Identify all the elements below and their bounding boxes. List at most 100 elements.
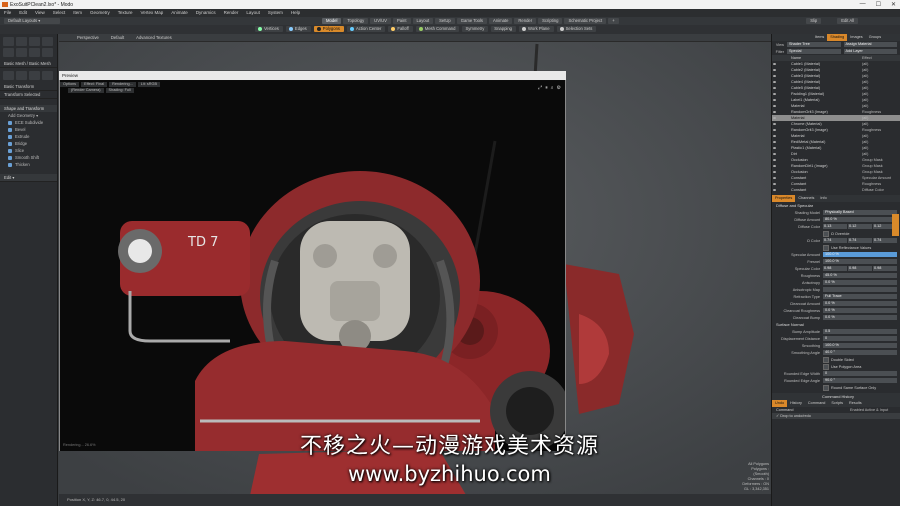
property-value-field[interactable]: 0.5 <box>823 329 897 334</box>
view-texture-label[interactable]: Advanced Textures <box>136 35 172 40</box>
tab-animate[interactable]: Animate <box>489 18 513 24</box>
menu-render[interactable]: Render <box>220 9 243 17</box>
tab-scripts[interactable]: Scripts <box>828 400 846 407</box>
menu-file[interactable]: File <box>0 9 15 17</box>
vertices-mode-button[interactable]: Vertices <box>255 26 283 32</box>
property-value-field[interactable]: Full Trace <box>823 294 897 299</box>
property-value-field[interactable]: 0 <box>823 371 897 376</box>
property-value-field[interactable]: 0.0 % <box>823 301 897 306</box>
property-value-field[interactable]: 90.0 ° <box>823 378 897 383</box>
menu-edit[interactable]: Edit <box>15 9 31 17</box>
polygons-mode-button[interactable]: Polygons <box>313 26 345 32</box>
material-ref-side-tab[interactable] <box>892 214 899 236</box>
slip-button[interactable]: Slip <box>806 18 822 24</box>
filter-select[interactable]: Special <box>787 49 841 54</box>
cube-tool-icon[interactable] <box>3 37 14 46</box>
property-value-field[interactable]: 100.0 % <box>823 259 897 264</box>
tab-render[interactable]: Render <box>514 18 537 24</box>
tab-items[interactable]: Items <box>812 34 827 41</box>
tab-properties[interactable]: Properties <box>772 195 796 202</box>
tool-ece-subdivide[interactable]: ECE Subdivide <box>0 119 57 126</box>
color-channel-field[interactable]: 0.74 <box>823 238 847 243</box>
property-checkbox[interactable] <box>823 363 829 370</box>
color-channel-field[interactable]: 0.12 <box>848 224 872 229</box>
property-checkbox[interactable] <box>823 230 829 237</box>
property-checkbox[interactable] <box>823 356 829 363</box>
action-center-button[interactable]: Action Center <box>347 26 386 32</box>
work-plane-button[interactable]: Work Plane <box>519 26 554 32</box>
tool-bridge[interactable]: Bridge <box>0 140 57 147</box>
tab-undo[interactable]: Undo <box>772 400 788 407</box>
tab-scripting[interactable]: Scripting <box>538 18 563 24</box>
snapping-button[interactable]: Snapping <box>491 26 516 32</box>
shape-transform-header[interactable]: Shape and Transform <box>0 105 57 112</box>
tab-game-tools[interactable]: Game Tools <box>456 18 488 24</box>
menu-geometry[interactable]: Geometry <box>86 9 114 17</box>
preview-effect-tab[interactable]: Effect: Final <box>81 82 108 87</box>
property-value-field[interactable]: 80.0 % <box>823 217 897 222</box>
preview-lut-tab[interactable]: Lit: sRGB <box>137 82 161 87</box>
tab-schematic-project[interactable]: Schematic Project <box>564 18 607 24</box>
color-channel-field[interactable]: 0.74 <box>848 238 872 243</box>
color-channel-field[interactable]: 0.74 <box>873 238 897 243</box>
tab-images[interactable]: Images <box>847 34 865 41</box>
symmetry-button[interactable]: Symmetry <box>462 26 489 32</box>
view-perspective-label[interactable]: Perspective <box>77 35 99 40</box>
tab-info[interactable]: Info <box>817 195 829 202</box>
tab-groups[interactable]: Groups <box>866 34 884 41</box>
falloff-button[interactable]: Falloff <box>388 26 413 32</box>
basic-transform-section[interactable]: Basic Transform <box>0 83 57 91</box>
menu-animate[interactable]: Animate <box>167 9 192 17</box>
add-geometry-dropdown[interactable]: Add Geometry ▾ <box>0 112 57 119</box>
cylinder-tool-icon[interactable] <box>29 37 40 46</box>
shader-tree-row[interactable]: Constant Diffuse Color <box>772 187 900 193</box>
property-value-field[interactable] <box>823 287 897 292</box>
edges-mode-button[interactable]: Edges <box>285 26 311 32</box>
preview-camera-tab[interactable]: (Render Camera) <box>68 88 104 93</box>
color-channel-field[interactable]: 0.98 <box>848 266 872 271</box>
view-select[interactable]: Shader Tree <box>787 42 841 47</box>
preview-shading-tab[interactable]: Shading: Full <box>105 88 134 93</box>
preview-rendering-tab[interactable]: Rendering... <box>109 82 136 87</box>
basic-mesh-section[interactable]: Basic Mesh / Basic Mesh <box>0 60 57 68</box>
preview-title-bar[interactable]: Preview <box>59 71 566 80</box>
menu-help[interactable]: Help <box>287 9 304 17</box>
preview-options-tab[interactable]: Options <box>60 82 80 87</box>
tab-uv[interactable]: UV/UV <box>370 18 391 24</box>
edit-dropdown[interactable]: Edit ▾ <box>0 174 57 182</box>
cone-tool-icon[interactable] <box>42 37 53 46</box>
mesh-command-button[interactable]: Mesh Command <box>415 26 460 32</box>
tab-shading[interactable]: Shading <box>827 34 848 41</box>
property-value-field[interactable]: 100.0 % <box>823 252 897 257</box>
add-layer-button[interactable]: Add Layer <box>843 49 897 54</box>
selection-sets-button[interactable]: Selection Sets <box>556 26 597 32</box>
scale-tool-icon[interactable] <box>29 71 40 80</box>
tab-results[interactable]: Results <box>846 400 865 407</box>
layout-dropdown[interactable]: Default Layouts ▾ <box>4 18 60 24</box>
property-checkbox[interactable] <box>823 384 829 391</box>
diffuse-specular-section[interactable]: Diffuse and Specular <box>772 202 900 209</box>
menu-layout[interactable]: Layout <box>242 9 264 17</box>
property-value-field[interactable]: 0.0 % <box>823 280 897 285</box>
maximize-button[interactable]: ☐ <box>876 1 881 8</box>
color-channel-field[interactable]: 0.98 <box>873 266 897 271</box>
tool-thicken[interactable]: Thicken <box>0 161 57 168</box>
tool-slice[interactable]: Slice <box>0 147 57 154</box>
torus-tool-icon[interactable] <box>16 48 27 57</box>
edit-all-button[interactable]: Edit All <box>837 18 858 24</box>
surface-normal-section[interactable]: Surface Normal <box>772 321 900 328</box>
menu-item[interactable]: Item <box>69 9 86 17</box>
tab-topology[interactable]: Topology <box>343 18 369 24</box>
close-button[interactable]: ✕ <box>891 1 896 8</box>
menu-select[interactable]: Select <box>49 9 70 17</box>
tool-bevel[interactable]: Bevel <box>0 126 57 133</box>
command-history-row[interactable]: ✓ Drop to undo/redo <box>772 413 900 419</box>
transform-tool-icon[interactable] <box>42 71 53 80</box>
disc-tool-icon[interactable] <box>29 48 40 57</box>
tab-model[interactable]: Model <box>322 18 342 24</box>
tab-layout[interactable]: Layout <box>412 18 434 24</box>
capsule-tool-icon[interactable] <box>3 48 14 57</box>
property-value-field[interactable]: 0.0 % <box>823 315 897 320</box>
sphere-tool-icon[interactable] <box>16 37 27 46</box>
tab-command[interactable]: Command <box>805 400 829 407</box>
